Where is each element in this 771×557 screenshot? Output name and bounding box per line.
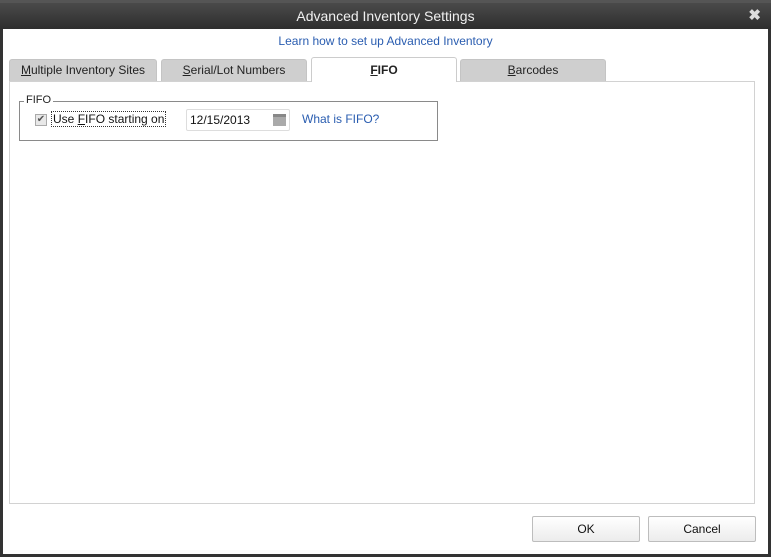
fifo-start-date-value: 12/15/2013 bbox=[190, 113, 251, 127]
close-icon[interactable]: ✖ bbox=[748, 6, 761, 24]
tab-multiple-inventory-sites[interactable]: Multiple Inventory Sites bbox=[9, 59, 157, 81]
fifo-start-date-field[interactable]: 12/15/2013 bbox=[186, 109, 290, 131]
use-fifo-checkbox[interactable]: ✔ bbox=[35, 114, 47, 126]
tab-label: ultiple Inventory Sites bbox=[30, 63, 146, 77]
tab-mnemonic: M bbox=[20, 63, 31, 77]
tab-serial-lot-numbers[interactable]: Serial/Lot Numbers bbox=[161, 59, 307, 81]
tab-mnemonic: F bbox=[370, 63, 378, 77]
tab-barcodes[interactable]: Barcodes bbox=[460, 59, 606, 81]
ok-button[interactable]: OK bbox=[532, 516, 640, 542]
calendar-icon[interactable] bbox=[273, 114, 286, 126]
what-is-fifo-link[interactable]: What is FIFO? bbox=[302, 112, 379, 126]
tab-label: IFO bbox=[377, 63, 398, 77]
tab-label: arcodes bbox=[515, 63, 559, 77]
tab-mnemonic: S bbox=[182, 63, 191, 77]
label-text: Use bbox=[53, 112, 78, 126]
cancel-button[interactable]: Cancel bbox=[648, 516, 756, 542]
tab-label: erial/Lot Numbers bbox=[190, 63, 286, 77]
dialog-body: Learn how to set up Advanced Inventory M… bbox=[3, 29, 768, 554]
fifo-groupbox: FIFO ✔ Use FIFO starting on 12/15/2013 W… bbox=[19, 94, 438, 141]
tab-fifo[interactable]: FIFO bbox=[311, 57, 457, 82]
learn-advanced-inventory-link[interactable]: Learn how to set up Advanced Inventory bbox=[3, 34, 768, 48]
tab-mnemonic: B bbox=[507, 63, 516, 77]
fifo-tab-panel: FIFO ✔ Use FIFO starting on 12/15/2013 W… bbox=[9, 81, 755, 504]
dialog-title: Advanced Inventory Settings bbox=[296, 8, 475, 24]
title-bar[interactable]: Advanced Inventory Settings ✖ bbox=[0, 0, 771, 29]
label-text: IFO starting on bbox=[85, 112, 165, 126]
label-mnemonic: F bbox=[77, 112, 86, 126]
dialog-window: Advanced Inventory Settings ✖ Learn how … bbox=[0, 0, 771, 557]
fifo-group-label: FIFO bbox=[24, 94, 54, 106]
use-fifo-checkbox-label[interactable]: Use FIFO starting on bbox=[51, 111, 167, 127]
